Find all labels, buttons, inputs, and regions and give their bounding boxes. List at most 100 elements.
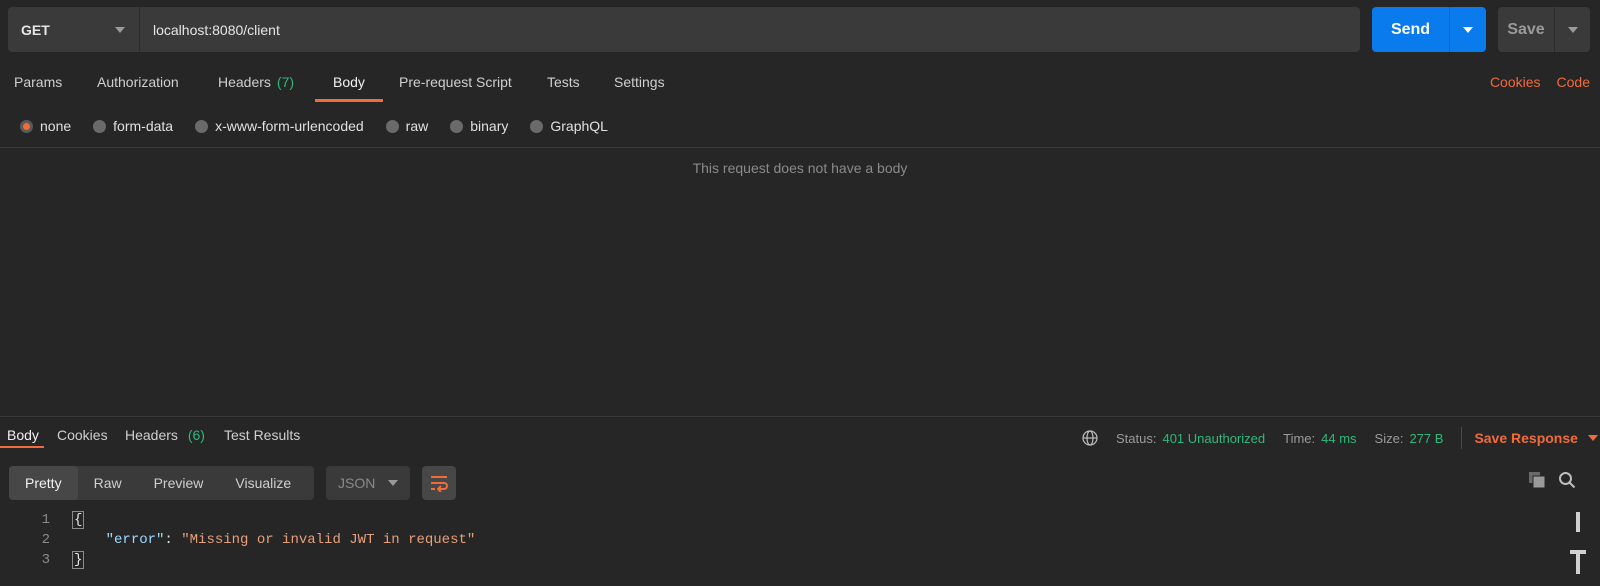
- view-preview-button[interactable]: Preview: [138, 466, 220, 500]
- scrollbar-thumb[interactable]: [1576, 512, 1580, 532]
- brace: {: [72, 511, 85, 529]
- code-link[interactable]: Code: [1557, 74, 1590, 90]
- line-number: 3: [41, 552, 50, 568]
- tab-label: Tests: [547, 74, 580, 90]
- code-text: }: [50, 551, 85, 569]
- save-button[interactable]: Save: [1498, 7, 1555, 52]
- code-line: 2 "error": "Missing or invalid JWT in re…: [0, 530, 1560, 550]
- format-select[interactable]: JSON: [326, 466, 410, 500]
- pane-divider[interactable]: [0, 416, 1600, 417]
- send-options-button[interactable]: [1450, 7, 1486, 52]
- chevron-down-icon: [1587, 435, 1598, 441]
- save-options-button[interactable]: [1555, 7, 1590, 52]
- body-type-options: none form-data x-www-form-urlencoded raw…: [20, 116, 630, 136]
- text-cursor-icon: [1570, 550, 1586, 574]
- save-response-label: Save Response: [1474, 430, 1578, 446]
- tab-label: Headers: [125, 427, 178, 443]
- radio-graphql[interactable]: GraphQL: [530, 118, 608, 134]
- url-field-wrap: [140, 7, 1360, 52]
- tab-label: Authorization: [97, 74, 179, 90]
- radio-label: none: [40, 118, 72, 134]
- request-bar: GET: [8, 7, 1360, 52]
- tab-tests[interactable]: Tests: [547, 62, 580, 102]
- cookies-link[interactable]: Cookies: [1490, 74, 1541, 90]
- tab-label: Settings: [614, 74, 665, 90]
- tab-pre-request-script[interactable]: Pre-request Script: [399, 62, 512, 102]
- radio-none[interactable]: none: [20, 118, 71, 134]
- response-tab-body[interactable]: Body: [7, 427, 39, 443]
- radio-x-www-form-urlencoded[interactable]: x-www-form-urlencoded: [195, 118, 364, 134]
- response-tab-headers[interactable]: Headers (6): [125, 427, 205, 443]
- tab-label: Test Results: [224, 427, 301, 443]
- radio-icon: [450, 119, 464, 133]
- tab-settings[interactable]: Settings: [614, 62, 665, 102]
- headers-count: (6): [187, 427, 205, 443]
- radio-label: x-www-form-urlencoded: [215, 118, 364, 134]
- response-tab-cookies[interactable]: Cookies: [57, 427, 108, 443]
- tab-params[interactable]: Params: [14, 62, 62, 102]
- view-visualize-button[interactable]: Visualize: [219, 466, 307, 500]
- radio-binary[interactable]: binary: [450, 118, 508, 134]
- chevron-down-icon: [388, 480, 398, 486]
- size-label: Size:: [1374, 430, 1404, 446]
- tab-label: Params: [14, 74, 63, 90]
- chevron-down-icon: [115, 26, 125, 33]
- view-pretty-button[interactable]: Pretty: [9, 466, 78, 500]
- request-links: Cookies Code: [1490, 74, 1590, 90]
- radio-icon: [93, 119, 107, 133]
- status-value[interactable]: 401 Unauthorized: [1162, 431, 1265, 446]
- url-input[interactable]: [153, 21, 1360, 38]
- tab-label: Cookies: [57, 427, 108, 443]
- format-label: JSON: [338, 475, 376, 491]
- json-separator: :: [164, 532, 182, 548]
- copy-icon[interactable]: [1528, 471, 1546, 489]
- tab-headers[interactable]: Headers (7): [218, 62, 294, 102]
- radio-icon: [385, 119, 399, 133]
- search-icon[interactable]: [1558, 471, 1576, 489]
- active-tab-indicator: [315, 99, 383, 102]
- response-tab-test-results[interactable]: Test Results: [224, 427, 300, 443]
- status-label: Status:: [1116, 430, 1157, 446]
- globe-icon[interactable]: [1082, 430, 1098, 446]
- line-number: 1: [41, 512, 50, 528]
- tab-body[interactable]: Body: [333, 62, 365, 102]
- request-tabs: Params Authorization Headers (7) Body Pr…: [0, 62, 1600, 102]
- wrap-lines-icon: [431, 476, 448, 492]
- view-mode-group: Pretty Raw Preview Visualize: [9, 466, 314, 500]
- divider: [1461, 427, 1463, 449]
- radio-raw[interactable]: raw: [385, 118, 429, 134]
- tab-label: Headers: [218, 74, 271, 90]
- size-value[interactable]: 277 B: [1409, 431, 1443, 446]
- radio-label: binary: [470, 118, 509, 134]
- code-text: {: [50, 511, 85, 529]
- tab-label: Body: [7, 427, 39, 443]
- active-tab-indicator: [0, 446, 44, 448]
- code-text: "error": "Missing or invalid JWT in requ…: [50, 532, 476, 548]
- wrap-lines-button[interactable]: [422, 466, 456, 500]
- empty-body-message: This request does not have a body: [692, 160, 908, 176]
- send-button-group: Send: [1372, 7, 1486, 52]
- response-body-code[interactable]: 1 { 2 "error": "Missing or invalid JWT i…: [0, 510, 1560, 570]
- brace: }: [72, 551, 85, 569]
- headers-count: (7): [276, 74, 295, 90]
- radio-label: form-data: [113, 118, 174, 134]
- response-meta: Status: 401 Unauthorized Time: 44 ms Siz…: [1082, 427, 1598, 449]
- time-value[interactable]: 44 ms: [1321, 431, 1356, 446]
- time-label: Time:: [1283, 430, 1316, 446]
- line-number: 2: [41, 532, 50, 548]
- radio-label: GraphQL: [550, 118, 608, 134]
- radio-icon: [530, 119, 544, 133]
- view-raw-button[interactable]: Raw: [78, 466, 138, 500]
- radio-form-data[interactable]: form-data: [93, 118, 173, 134]
- radio-label: raw: [405, 118, 429, 134]
- tab-label: Pre-request Script: [399, 74, 512, 90]
- send-button[interactable]: Send: [1372, 7, 1450, 52]
- method-label: GET: [21, 21, 50, 38]
- radio-icon: [195, 119, 209, 133]
- save-response-button[interactable]: Save Response: [1474, 430, 1598, 446]
- method-select[interactable]: GET: [8, 7, 140, 52]
- tab-authorization[interactable]: Authorization: [97, 62, 179, 102]
- code-line: 3 }: [0, 550, 1560, 570]
- chevron-down-icon: [1463, 26, 1473, 33]
- radio-selected-icon: [20, 119, 33, 133]
